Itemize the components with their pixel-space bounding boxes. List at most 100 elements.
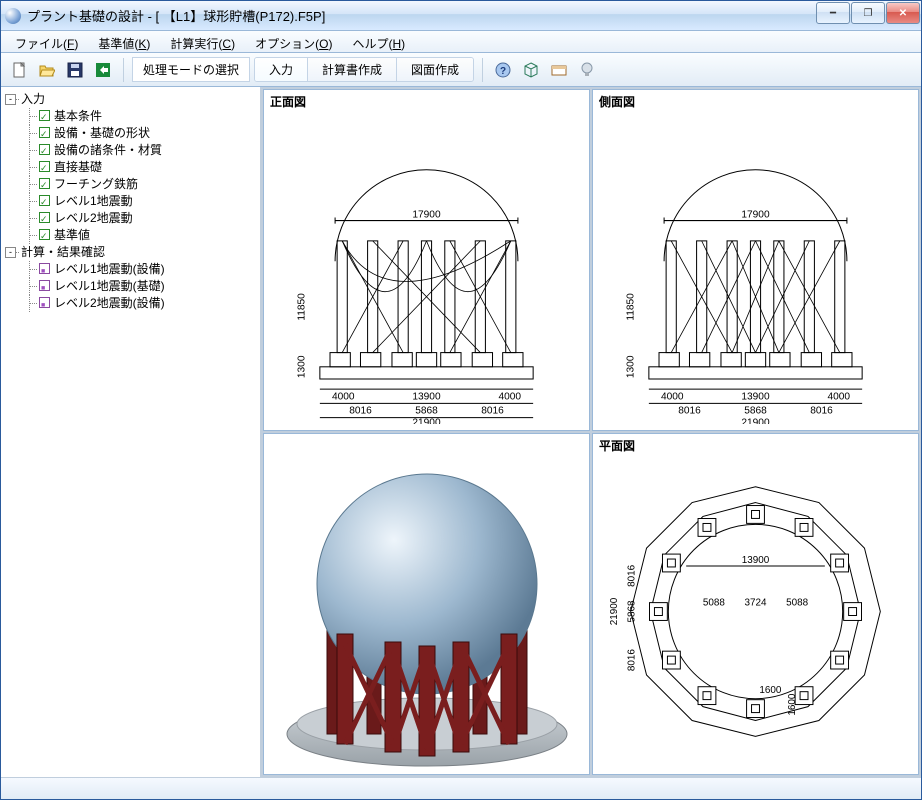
pane-title-plan: 平面図 xyxy=(593,434,918,457)
nav-tree[interactable]: - 入力 基本条件 設備・基礎の形状 設備の諸条件・材質 直接基礎 フーチング鉄… xyxy=(1,87,261,777)
check-icon xyxy=(39,110,50,121)
tree-item[interactable]: レベル1地震動(基礎) xyxy=(54,279,165,293)
svg-text:17900: 17900 xyxy=(741,210,770,221)
svg-text:8016: 8016 xyxy=(810,406,833,417)
bulb-icon[interactable] xyxy=(575,58,599,82)
app-icon xyxy=(5,8,21,24)
tree-item[interactable]: レベル2地震動 xyxy=(54,211,133,225)
tree-item[interactable]: フーチング鉄筋 xyxy=(54,177,138,191)
svg-text:4000: 4000 xyxy=(661,391,684,402)
svg-text:11850: 11850 xyxy=(297,293,308,321)
svg-text:5868: 5868 xyxy=(415,406,438,417)
pane-plan: 平面図 13900 xyxy=(592,433,919,775)
tree-item[interactable]: 基本条件 xyxy=(54,109,102,123)
svg-text:8016: 8016 xyxy=(678,406,701,417)
svg-text:4000: 4000 xyxy=(499,391,522,402)
svg-text:5868: 5868 xyxy=(627,600,638,623)
close-button[interactable]: ✕ xyxy=(886,2,920,24)
svg-text:8016: 8016 xyxy=(627,649,638,672)
separator xyxy=(482,58,483,82)
result-icon xyxy=(39,297,50,308)
collapse-icon[interactable]: - xyxy=(5,94,16,105)
check-icon xyxy=(39,195,50,206)
svg-text:1600: 1600 xyxy=(787,693,798,716)
mode-tab-input[interactable]: 入力 xyxy=(255,58,308,81)
front-elevation-svg: 17900 11850 1300 4000 13900 4000 8016 58… xyxy=(264,119,589,424)
svg-text:13900: 13900 xyxy=(412,391,441,402)
tree-root-results[interactable]: 計算・結果確認 xyxy=(21,245,105,259)
minimize-button[interactable]: ━ xyxy=(816,2,850,24)
save-button[interactable] xyxy=(63,58,87,82)
pane-front: 正面図 xyxy=(263,89,590,431)
mode-tab-drawing[interactable]: 図面作成 xyxy=(397,58,473,81)
tree-item[interactable]: 直接基礎 xyxy=(54,160,102,174)
svg-text:13900: 13900 xyxy=(742,555,770,566)
menu-standard[interactable]: 基準値(K) xyxy=(88,31,160,52)
menu-bar: ファイル(F) 基準値(K) 計算実行(C) オプション(O) ヘルプ(H) xyxy=(1,31,921,53)
pane-3d xyxy=(263,433,590,775)
help-icon[interactable]: ? xyxy=(491,58,515,82)
open-button[interactable] xyxy=(35,58,59,82)
svg-text:8016: 8016 xyxy=(627,564,638,587)
svg-text:4000: 4000 xyxy=(828,391,851,402)
check-icon xyxy=(39,144,50,155)
cube-icon[interactable] xyxy=(519,58,543,82)
card-icon[interactable] xyxy=(547,58,571,82)
front-view[interactable]: 17900 11850 1300 4000 13900 4000 8016 58… xyxy=(264,113,589,430)
menu-calc[interactable]: 計算実行(C) xyxy=(160,31,245,52)
status-bar xyxy=(1,777,921,799)
check-icon xyxy=(39,178,50,189)
pane-title-side: 側面図 xyxy=(593,90,918,113)
svg-text:21900: 21900 xyxy=(741,418,770,424)
mode-tab-report[interactable]: 計算書作成 xyxy=(308,58,397,81)
tree-item[interactable]: レベル1地震動 xyxy=(54,194,133,208)
maximize-button[interactable]: ❐ xyxy=(851,2,885,24)
side-view[interactable]: 17900 11850 1300 4000 13900 4000 8016 58… xyxy=(593,113,918,430)
result-icon xyxy=(39,263,50,274)
check-icon xyxy=(39,212,50,223)
tree-item[interactable]: 設備の諸条件・材質 xyxy=(54,143,162,157)
svg-text:1300: 1300 xyxy=(297,355,308,378)
svg-text:5088: 5088 xyxy=(786,598,809,609)
result-icon xyxy=(39,280,50,291)
check-icon xyxy=(39,229,50,240)
3d-render-svg xyxy=(267,434,587,774)
svg-text:5088: 5088 xyxy=(703,598,726,609)
mode-label: 処理モードの選択 xyxy=(132,57,250,82)
check-icon xyxy=(39,127,50,138)
tree-item[interactable]: レベル2地震動(設備) xyxy=(54,296,165,310)
pane-title-front: 正面図 xyxy=(264,90,589,113)
svg-text:5868: 5868 xyxy=(744,406,767,417)
pane-side: 側面図 xyxy=(592,89,919,431)
check-icon xyxy=(39,161,50,172)
menu-option[interactable]: オプション(O) xyxy=(245,31,342,52)
svg-text:1600: 1600 xyxy=(759,685,782,696)
svg-text:13900: 13900 xyxy=(741,391,770,402)
tree-root-input[interactable]: 入力 xyxy=(21,92,45,106)
menu-file[interactable]: ファイル(F) xyxy=(5,31,88,52)
collapse-icon[interactable]: - xyxy=(5,247,16,258)
tree-item[interactable]: レベル1地震動(設備) xyxy=(54,262,165,276)
exit-icon[interactable] xyxy=(91,58,115,82)
window-title: プラント基礎の設計 - [ 【L1】球形貯槽(P172).F5P] xyxy=(27,6,325,25)
svg-text:?: ? xyxy=(500,66,506,77)
new-button[interactable] xyxy=(7,58,31,82)
3d-view[interactable] xyxy=(264,434,589,774)
svg-text:8016: 8016 xyxy=(481,406,504,417)
menu-help[interactable]: ヘルプ(H) xyxy=(342,31,415,52)
toolbar: 処理モードの選択 入力 計算書作成 図面作成 ? xyxy=(1,53,921,87)
side-elevation-svg: 17900 11850 1300 4000 13900 4000 8016 58… xyxy=(593,119,918,424)
svg-text:3724: 3724 xyxy=(744,598,767,609)
title-bar: プラント基礎の設計 - [ 【L1】球形貯槽(P172).F5P] ━ ❐ ✕ xyxy=(1,1,921,31)
svg-text:21900: 21900 xyxy=(412,418,441,424)
mode-tabs: 入力 計算書作成 図面作成 xyxy=(254,57,474,82)
svg-text:8016: 8016 xyxy=(349,406,372,417)
svg-text:21900: 21900 xyxy=(609,597,620,625)
separator xyxy=(123,58,124,82)
svg-text:1300: 1300 xyxy=(626,355,637,378)
tree-item[interactable]: 基準値 xyxy=(54,228,90,242)
tree-item[interactable]: 設備・基礎の形状 xyxy=(54,126,150,140)
svg-text:17900: 17900 xyxy=(412,210,441,221)
svg-text:4000: 4000 xyxy=(332,391,355,402)
plan-view[interactable]: 13900 5088 3724 5088 1600 21900 8016 586… xyxy=(593,457,918,774)
